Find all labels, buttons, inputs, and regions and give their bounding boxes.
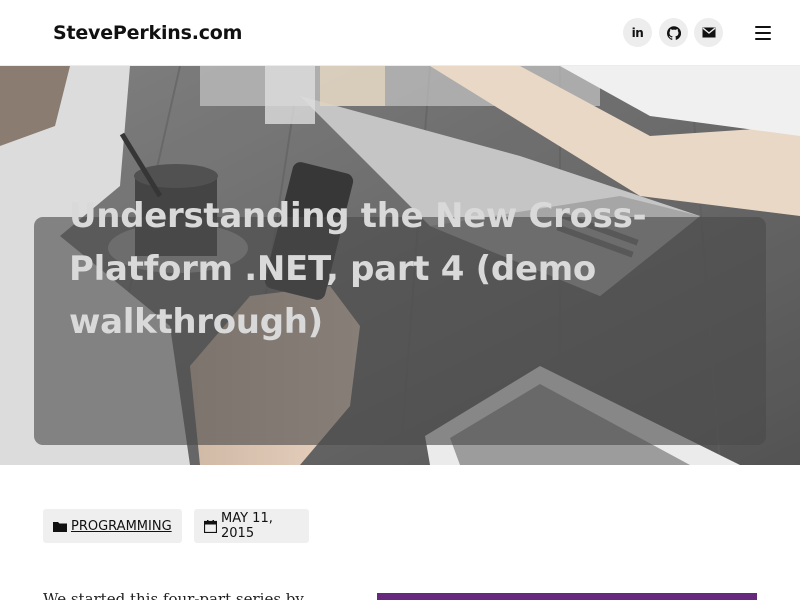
hamburger-menu-icon[interactable]	[753, 24, 773, 42]
post-excerpt: We started this four-part series by	[43, 590, 304, 600]
menu-line	[755, 32, 771, 34]
site-title-link[interactable]: StevePerkins.com	[53, 22, 242, 44]
menu-line	[755, 38, 771, 40]
github-icon	[666, 25, 681, 40]
menu-line	[755, 26, 771, 28]
calendar-icon	[204, 519, 217, 533]
category-chip: PROGRAMMING	[43, 509, 182, 543]
date-chip: MAY 11, 2015	[194, 509, 309, 543]
sidebar-accent-bar	[377, 593, 757, 600]
linkedin-icon: in	[631, 25, 644, 40]
post-title: Understanding the New Cross-Platform .NE…	[69, 196, 647, 342]
email-icon	[702, 27, 715, 38]
email-link[interactable]	[694, 18, 723, 47]
post-date: MAY 11, 2015	[221, 511, 273, 541]
github-link[interactable]	[659, 18, 688, 47]
site-header: StevePerkins.com in	[0, 0, 800, 66]
folder-icon	[53, 521, 67, 532]
linkedin-link[interactable]: in	[623, 18, 652, 47]
category-link[interactable]: PROGRAMMING	[71, 519, 172, 534]
